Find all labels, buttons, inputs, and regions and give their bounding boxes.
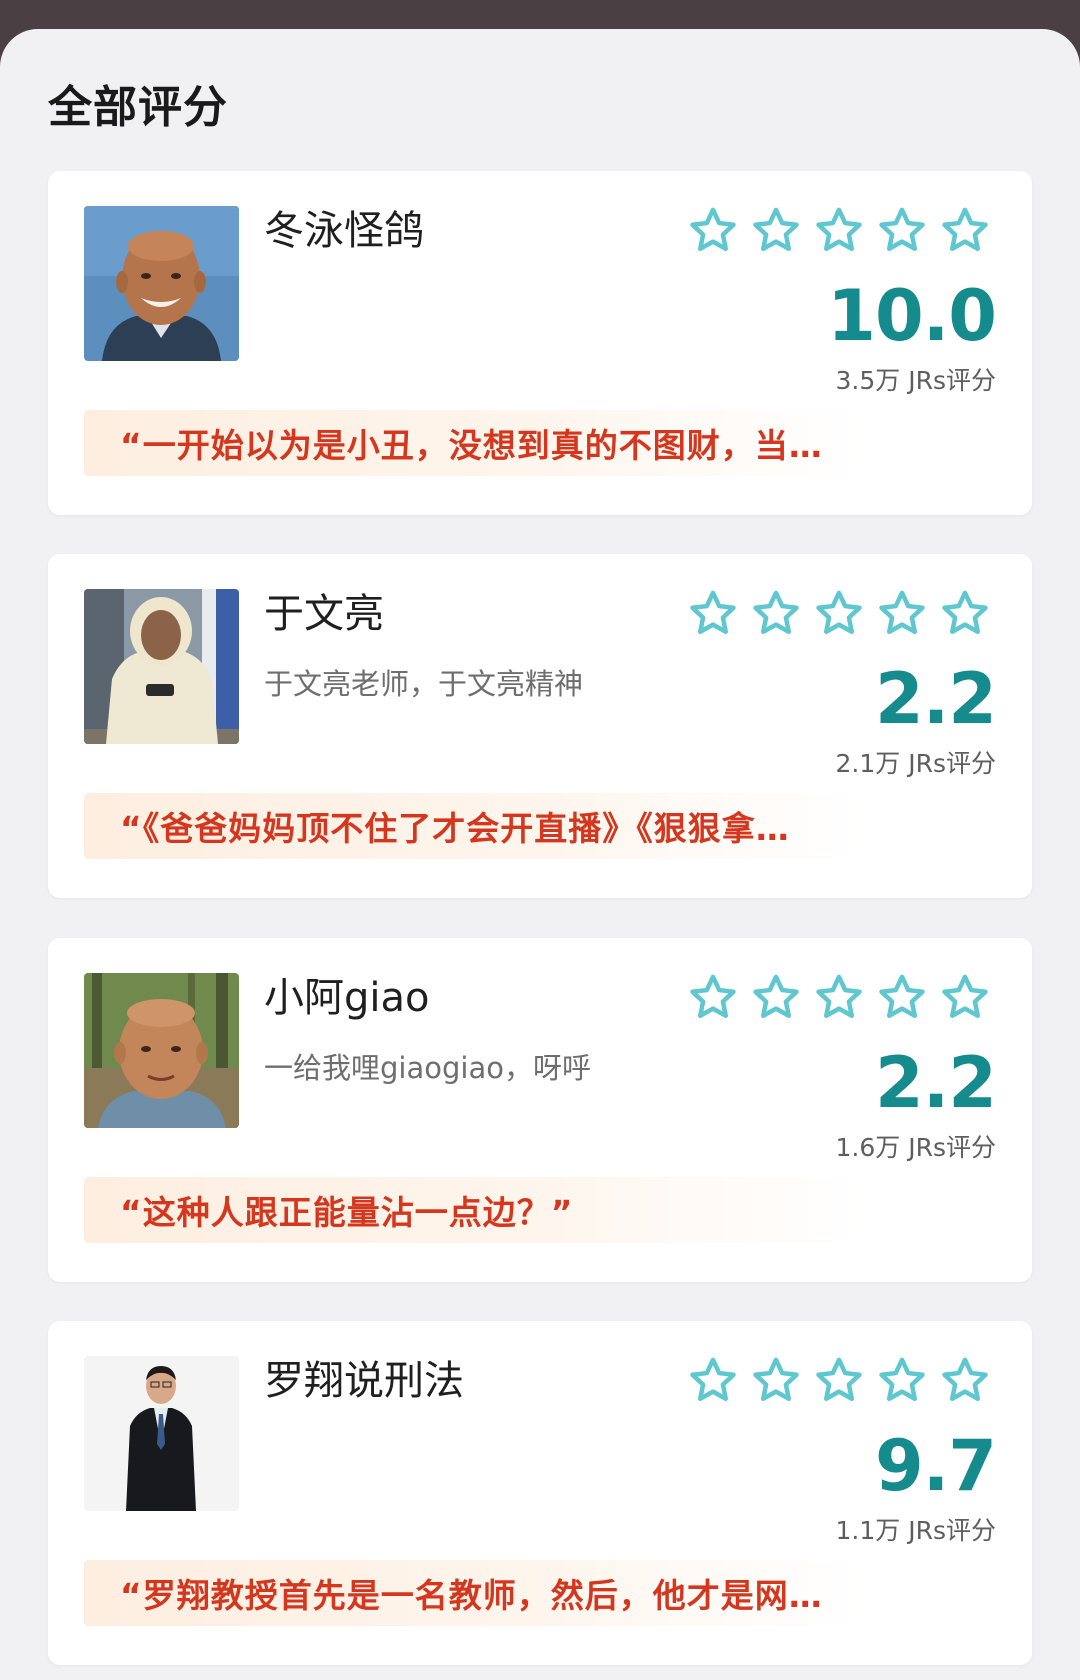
star-outline-icon[interactable]: [938, 1354, 992, 1408]
star-outline-icon[interactable]: [812, 587, 866, 641]
star-outline-icon[interactable]: [749, 971, 803, 1025]
page-title: 全部评分: [48, 82, 228, 133]
rating-stars[interactable]: [686, 971, 992, 1025]
star-outline-icon[interactable]: [686, 971, 740, 1025]
rating-stars[interactable]: [686, 204, 992, 258]
top-comment-text: “罗翔教授首先是一名教师，然后，他才是网…: [120, 1576, 823, 1615]
star-outline-icon[interactable]: [812, 204, 866, 258]
person-name: 罗翔说刑法: [264, 1358, 464, 1404]
star-outline-icon[interactable]: [938, 204, 992, 258]
rating-count: 1.6万 JRs评分: [835, 1133, 996, 1162]
top-comment[interactable]: “《爸爸妈妈顶不住了才会开直播》《狠狠拿…: [84, 793, 864, 859]
avatar: [84, 206, 239, 361]
star-outline-icon[interactable]: [812, 1354, 866, 1408]
star-outline-icon[interactable]: [812, 971, 866, 1025]
star-outline-icon[interactable]: [686, 587, 740, 641]
score-value: 10.0: [827, 275, 997, 357]
rating-count: 3.5万 JRs评分: [835, 366, 996, 395]
star-outline-icon[interactable]: [749, 587, 803, 641]
avatar: [84, 1356, 239, 1511]
person-name: 冬泳怪鸽: [264, 208, 424, 254]
score-value: 2.2: [874, 658, 997, 740]
star-outline-icon[interactable]: [686, 1354, 740, 1408]
rating-card[interactable]: 罗翔说刑法 9.7 1.1万 JRs评分 “罗翔教授首先是一名教师，然后，他才是…: [48, 1321, 1032, 1665]
star-outline-icon[interactable]: [749, 204, 803, 258]
star-outline-icon[interactable]: [875, 587, 929, 641]
score-value: 9.7: [874, 1425, 997, 1507]
top-comment-text: “这种人跟正能量沾一点边？”: [120, 1193, 574, 1232]
score-value: 2.2: [874, 1042, 997, 1124]
top-comment[interactable]: “罗翔教授首先是一名教师，然后，他才是网…: [84, 1560, 864, 1626]
ratings-sheet: 全部评分 冬泳怪鸽 10.0 3.5万 JRs评分 “一开始以为是小丑，没想到真…: [0, 29, 1080, 1680]
rating-card[interactable]: 于文亮 于文亮老师，于文亮精神 2.2 2.1万 JRs评分 “《爸爸妈妈顶不住…: [48, 554, 1032, 898]
star-outline-icon[interactable]: [686, 204, 740, 258]
star-outline-icon[interactable]: [875, 971, 929, 1025]
star-outline-icon[interactable]: [875, 1354, 929, 1408]
top-comment-text: “一开始以为是小丑，没想到真的不图财，当…: [120, 426, 823, 465]
rating-stars[interactable]: [686, 587, 992, 641]
person-subtitle: 一给我哩giaogiao，呀呼: [264, 1051, 591, 1085]
star-outline-icon[interactable]: [749, 1354, 803, 1408]
star-outline-icon[interactable]: [938, 587, 992, 641]
top-comment[interactable]: “这种人跟正能量沾一点边？”: [84, 1177, 864, 1243]
person-subtitle: 于文亮老师，于文亮精神: [264, 667, 584, 701]
top-comment[interactable]: “一开始以为是小丑，没想到真的不图财，当…: [84, 410, 864, 476]
rating-count: 2.1万 JRs评分: [835, 749, 996, 778]
avatar: [84, 973, 239, 1128]
person-name: 小阿giao: [264, 975, 430, 1021]
person-name: 于文亮: [264, 591, 384, 637]
rating-card[interactable]: 冬泳怪鸽 10.0 3.5万 JRs评分 “一开始以为是小丑，没想到真的不图财，…: [48, 171, 1032, 515]
star-outline-icon[interactable]: [875, 204, 929, 258]
avatar: [84, 589, 239, 744]
star-outline-icon[interactable]: [938, 971, 992, 1025]
rating-card[interactable]: 小阿giao 一给我哩giaogiao，呀呼 2.2 1.6万 JRs评分 “这…: [48, 938, 1032, 1282]
top-comment-text: “《爸爸妈妈顶不住了才会开直播》《狠狠拿…: [120, 809, 790, 848]
rating-count: 1.1万 JRs评分: [835, 1516, 996, 1545]
rating-stars[interactable]: [686, 1354, 992, 1408]
